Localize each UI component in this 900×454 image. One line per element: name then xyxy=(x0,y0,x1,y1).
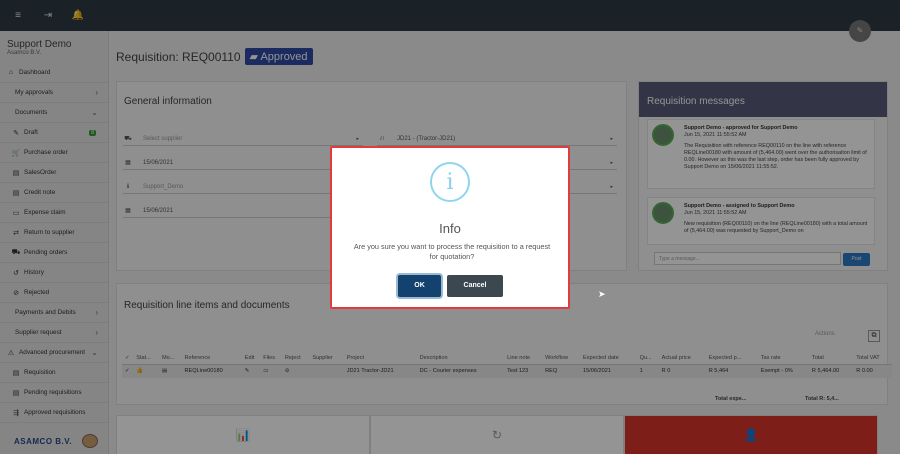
dialog-message: Are you sure you want to process the req… xyxy=(353,242,551,261)
dialog-title: Info xyxy=(439,221,461,236)
ok-button[interactable]: OK xyxy=(398,275,441,297)
mouse-cursor-icon: ➤ xyxy=(598,289,606,299)
info-dialog: i Info Are you sure you want to process … xyxy=(330,146,570,309)
cancel-button[interactable]: Cancel xyxy=(447,275,503,297)
info-icon: i xyxy=(430,162,470,202)
